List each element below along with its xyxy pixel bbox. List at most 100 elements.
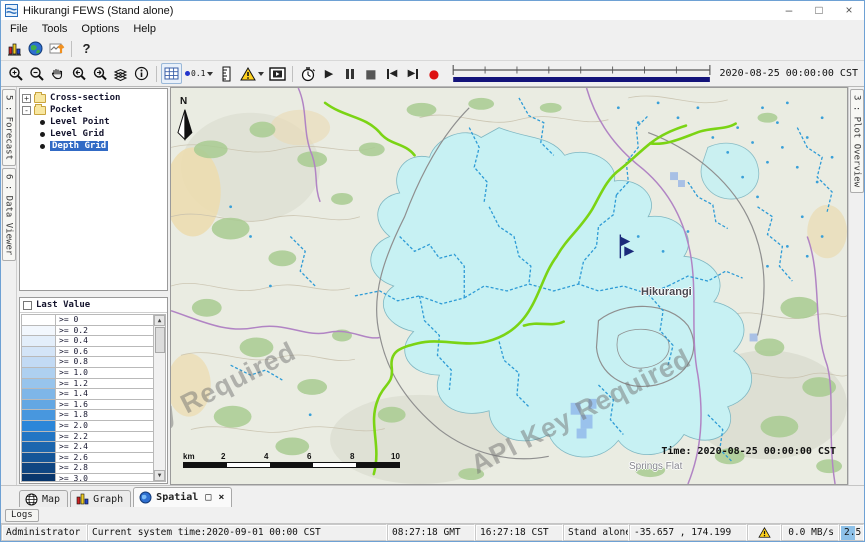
menu-file[interactable]: File <box>3 22 35 36</box>
app-window: Hikurangi FEWS (Stand alone) – □ × File … <box>0 0 865 542</box>
bullet-icon <box>40 144 45 149</box>
legend-entry: >= 1.8 <box>22 410 153 421</box>
menu-help[interactable]: Help <box>126 22 163 36</box>
tree-item-level-point[interactable]: Level Point <box>22 116 165 128</box>
pause-button[interactable] <box>339 63 360 84</box>
tree-item-cross-section[interactable]: + Cross-section <box>22 92 165 104</box>
legend-entry: >= 2.0 <box>22 421 153 432</box>
color-swatch <box>22 432 56 442</box>
toolbar-separator <box>71 41 72 57</box>
tab-map-label: Map <box>42 494 60 505</box>
pan-icon[interactable] <box>47 63 68 84</box>
timer-icon[interactable] <box>297 63 318 84</box>
map-view[interactable]: N API Key Required API Key Required Hiku… <box>170 87 848 485</box>
tab-data-viewer[interactable]: 6 : Data Viewer <box>2 168 16 261</box>
color-swatch <box>22 474 56 482</box>
status-warning[interactable] <box>747 524 781 541</box>
place-label-springs-flat: Springs Flat <box>629 461 682 472</box>
help-button[interactable]: ? <box>76 38 97 59</box>
collapse-icon[interactable]: - <box>22 106 31 115</box>
chart-display-icon[interactable] <box>46 38 67 59</box>
classification-dropdown[interactable]: 0.1 <box>182 63 216 84</box>
scroll-down-icon[interactable]: ▼ <box>154 470 165 481</box>
spatial-left-panel: + Cross-section - Pocket Level Point Lev… <box>17 87 170 485</box>
record-button[interactable]: ● <box>423 63 444 84</box>
legend-entry: >= 2.8 <box>22 463 153 474</box>
legend-entry: >= 1.0 <box>22 368 153 379</box>
scroll-up-icon[interactable]: ▲ <box>154 315 165 326</box>
tree-label: Cross-section <box>50 93 120 103</box>
tab-spatial[interactable]: Spatial □ × <box>133 487 232 507</box>
grid-display-icon[interactable] <box>161 63 182 84</box>
status-user: Administrator <box>1 524 87 541</box>
maximize-icon[interactable]: □ <box>804 1 834 20</box>
tab-close-icon[interactable]: × <box>218 492 224 503</box>
last-value-checkbox[interactable] <box>23 301 32 310</box>
menu-tools[interactable]: Tools <box>35 22 75 36</box>
bullet-icon <box>40 132 45 137</box>
legend-entry: >= 3.0 <box>22 474 153 482</box>
tree-item-depth-grid[interactable]: Depth Grid <box>22 140 165 152</box>
class-value: 0.1 <box>191 69 205 78</box>
tab-plot-overview[interactable]: 3 : Plot Overview <box>850 89 864 193</box>
bullet-icon <box>40 120 45 125</box>
map-time-label: Time: 2020-08-25 00:00:00 CST <box>661 446 836 457</box>
legend-scrollbar[interactable]: ▲ ▼ <box>153 315 165 481</box>
step-back-button[interactable]: ◀ <box>381 63 402 84</box>
legend-entry: >= 1.4 <box>22 389 153 400</box>
warning-icon <box>240 67 256 81</box>
minimize-icon[interactable]: – <box>774 1 804 20</box>
zoom-in-icon[interactable] <box>5 63 26 84</box>
step-forward-button[interactable]: ▶ <box>402 63 423 84</box>
info-icon[interactable] <box>131 63 152 84</box>
timeline-slider[interactable] <box>450 63 713 85</box>
title-bar: Hikurangi FEWS (Stand alone) – □ × <box>1 1 864 20</box>
scale-bar: km 2 4 6 8 10 <box>183 452 405 468</box>
close-icon[interactable]: × <box>834 1 864 20</box>
logs-button[interactable]: Logs <box>5 509 39 522</box>
legend-entry: >= 2.4 <box>22 442 153 453</box>
bottom-tab-bar: Map Graph Spatial □ × <box>1 485 864 507</box>
map-toolbar: 0.1 ▶ ■ ◀ ▶ ● 2020 <box>1 60 864 87</box>
layer-tree: + Cross-section - Pocket Level Point Lev… <box>19 88 168 291</box>
main-toolbar: ? <box>1 37 864 60</box>
folder-icon <box>34 106 46 115</box>
color-swatch <box>22 347 56 357</box>
tab-graph-label: Graph <box>93 494 123 505</box>
zoom-previous-icon[interactable] <box>68 63 89 84</box>
map-display-icon[interactable] <box>25 38 46 59</box>
tab-maximize-icon[interactable]: □ <box>205 492 211 503</box>
stop-button[interactable]: ■ <box>360 63 381 84</box>
scroll-thumb[interactable] <box>155 327 165 353</box>
svg-text:N: N <box>180 96 187 107</box>
legend-entry: >= 0.2 <box>22 326 153 337</box>
color-swatch <box>22 315 56 325</box>
legend-entry: >= 1.2 <box>22 379 153 390</box>
bar-chart-icon <box>76 493 89 505</box>
tree-item-level-grid[interactable]: Level Grid <box>22 128 165 140</box>
tab-graph[interactable]: Graph <box>70 490 131 507</box>
animation-icon[interactable] <box>267 63 288 84</box>
globe-icon <box>139 491 152 504</box>
tab-forecast[interactable]: 5 : Forecast <box>2 89 16 166</box>
window-title: Hikurangi FEWS (Stand alone) <box>23 5 173 17</box>
logs-row: Logs <box>1 507 864 523</box>
tree-item-pocket[interactable]: - Pocket <box>22 104 165 116</box>
reports-icon[interactable] <box>4 38 25 59</box>
legend-entry: >= 0.4 <box>22 336 153 347</box>
thresholds-dropdown[interactable] <box>237 63 267 84</box>
layers-icon[interactable] <box>110 63 131 84</box>
color-swatch <box>22 379 56 389</box>
place-label-hikurangi: Hikurangi <box>641 286 692 298</box>
expand-icon[interactable]: + <box>22 94 31 103</box>
toolbar-separator <box>292 66 293 82</box>
color-swatch <box>22 463 56 473</box>
status-local-time: 16:27:18 CST <box>475 524 563 541</box>
play-button[interactable]: ▶ <box>318 63 339 84</box>
menu-options[interactable]: Options <box>74 22 126 36</box>
scale-icon[interactable] <box>216 63 237 84</box>
tab-map[interactable]: Map <box>19 490 68 507</box>
zoom-out-icon[interactable] <box>26 63 47 84</box>
zoom-next-icon[interactable] <box>89 63 110 84</box>
scale-unit: km <box>183 452 195 461</box>
